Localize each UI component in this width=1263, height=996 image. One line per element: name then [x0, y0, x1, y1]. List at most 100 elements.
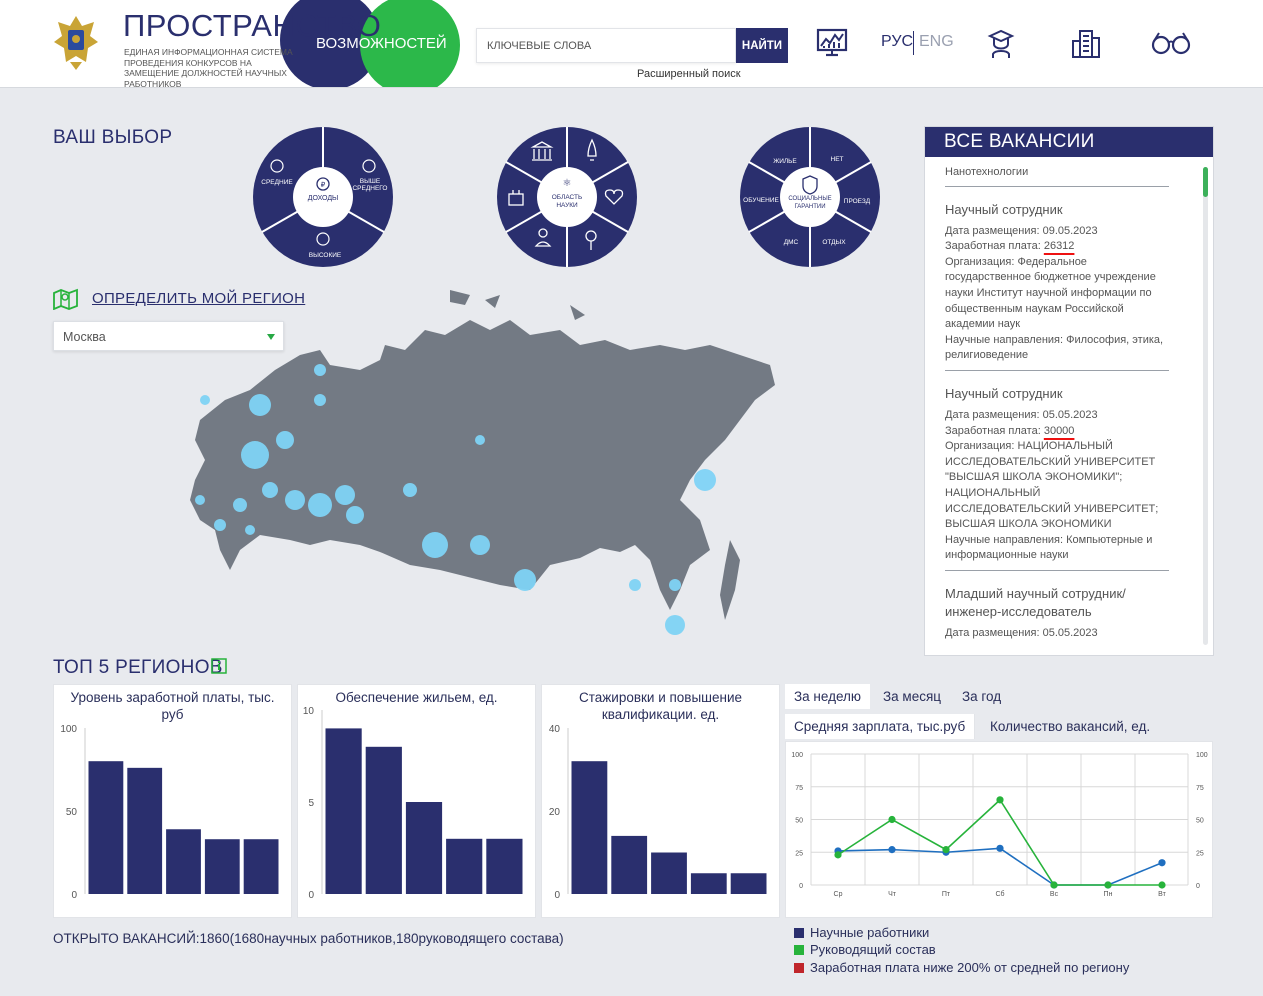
y-tick-label: 0 — [554, 890, 560, 901]
y-tick-label-right: 100 — [1196, 752, 1208, 759]
y-tick-label: 40 — [549, 724, 561, 735]
income-above-label-1: ВЫШЕ — [360, 178, 381, 185]
search-button[interactable]: НАЙТИ — [736, 28, 788, 63]
social-none-label: НЕТ — [831, 156, 844, 163]
vacancy-date: Дата размещения: 05.05.2023 — [945, 626, 1098, 639]
bar[interactable] — [690, 873, 727, 894]
bar[interactable] — [243, 839, 279, 894]
data-point[interactable] — [834, 851, 842, 859]
data-point[interactable] — [996, 796, 1004, 804]
bar[interactable] — [611, 835, 648, 894]
list-item[interactable]: Нанотехнологии — [945, 157, 1169, 187]
y-tick-label: 100 — [60, 724, 77, 735]
bar[interactable] — [204, 839, 240, 894]
data-point[interactable] — [942, 846, 950, 854]
region-select-value: Москва — [63, 330, 106, 344]
y-tick-label-right: 25 — [1196, 850, 1204, 857]
bar[interactable] — [365, 746, 402, 894]
bar[interactable] — [88, 761, 124, 894]
search-box — [476, 28, 736, 63]
tab-month[interactable]: За месяц — [874, 684, 950, 709]
bar[interactable] — [166, 829, 201, 894]
list-item[interactable]: Научный сотрудник Дата размещения: 05.05… — [945, 371, 1169, 571]
choice-title: ВАШ ВЫБОР — [53, 127, 173, 148]
tab-vacancy-count[interactable]: Количество вакансий, ед. — [981, 714, 1160, 739]
graduate-icon[interactable] — [987, 28, 1015, 60]
housing-bar-chart: 10 5 0 — [303, 706, 523, 901]
data-point[interactable] — [888, 815, 896, 824]
vacancy-title[interactable]: Научный сотрудник — [945, 385, 1169, 403]
y-tick-label-right: 0 — [1196, 883, 1200, 890]
vacancy-salary: Заработная плата: 30000 — [945, 424, 1075, 437]
vacancy-title[interactable]: Младший научный сотрудник/ инженер-иссле… — [945, 585, 1169, 621]
x-tick-label: Пн — [1104, 891, 1113, 898]
bar[interactable] — [325, 728, 362, 894]
salary-value: 26312 — [1043, 240, 1075, 253]
list-item[interactable]: Научный сотрудник Дата размещения: 09.05… — [945, 187, 1169, 371]
data-point[interactable] — [1158, 881, 1166, 889]
bar[interactable] — [127, 767, 163, 894]
data-point[interactable] — [1158, 859, 1166, 867]
vacancies-title: ВСЕ ВАКАНСИИ — [925, 127, 1213, 157]
svg-text:₽: ₽ — [321, 181, 326, 189]
bar[interactable] — [405, 802, 443, 894]
lang-ru[interactable]: РУС — [881, 33, 913, 51]
weekly-line-chart: 100 100 75 75 50 50 25 25 0 0 Ср Чт Пт Сб Вс Пн Вт — [791, 752, 1208, 898]
social-wheel[interactable]: СОЦИАЛЬНЫЕ ГАРАНТИИ ЖИЛЬЕ НЕТ ПРОЕЗД ОТД… — [739, 126, 881, 268]
buildings-icon[interactable] — [1071, 28, 1101, 60]
advanced-search-link[interactable]: Расширенный поиск — [637, 68, 741, 80]
scrollbar-thumb[interactable] — [1203, 167, 1208, 197]
chart-card-line: 100 100 75 75 50 50 25 25 0 0 Ср Чт Пт Сб Вс Пн Вт — [785, 741, 1213, 918]
legend-label: Заработная плата ниже 200% от средней по… — [810, 960, 1130, 975]
y-tick-label: 50 — [795, 818, 803, 825]
glasses-icon[interactable] — [1151, 30, 1191, 56]
tab-week[interactable]: За неделю — [785, 684, 871, 709]
analytics-monitor-icon[interactable] — [816, 26, 848, 60]
y-tick-label: 0 — [308, 890, 314, 901]
vacancy-org: Организация: НАЦИОНАЛЬНЫЙ ИССЛЕДОВАТЕЛЬС… — [945, 440, 1159, 531]
legend-label: Научные работники — [810, 925, 930, 940]
x-tick-label: Пт — [942, 891, 951, 898]
legend-swatch — [794, 962, 804, 973]
income-avg-label: СРЕДНИЕ — [261, 179, 293, 186]
income-wheel[interactable]: ₽ ДОХОДЫ СРЕДНИЕ ВЫШЕ СРЕДНЕГО ВЫСОКИЕ — [252, 126, 394, 268]
lang-en[interactable]: ENG — [919, 33, 954, 51]
vacancy-title[interactable]: Научный сотрудник — [945, 201, 1169, 219]
data-point[interactable] — [888, 846, 896, 854]
vacancies-panel: ВСЕ ВАКАНСИИ Нанотехнологии Научный сотр… — [924, 126, 1214, 656]
data-point[interactable] — [996, 844, 1004, 852]
bar[interactable] — [486, 838, 523, 894]
vacancies-scrollbar[interactable] — [1203, 167, 1208, 645]
income-above-label-2: СРЕДНЕГО — [352, 185, 387, 192]
y-tick-label: 75 — [795, 785, 803, 792]
map-icon[interactable] — [53, 288, 79, 310]
legend-item: Руководящий состав — [794, 942, 936, 957]
vacancy-fields: Научные направления: Компьютерные и инфо… — [945, 533, 1153, 562]
tab-avg-salary[interactable]: Средняя зарплата, тыс.руб — [785, 714, 976, 739]
top5-title: ТОП 5 РЕГИОНОВ — [53, 657, 223, 678]
russia-map[interactable] — [180, 290, 780, 640]
data-point[interactable] — [1050, 881, 1058, 889]
list-item[interactable]: Младший научный сотрудник/ инженер-иссле… — [945, 571, 1169, 642]
bar[interactable] — [730, 873, 767, 894]
bar[interactable] — [651, 852, 687, 895]
income-high-label: ВЫСОКИЕ — [309, 252, 342, 259]
y-tick-label: 0 — [799, 883, 803, 890]
open-vacancies-count: ОТКРЫТО ВАКАНСИЙ:1860(1680научных работн… — [53, 931, 564, 946]
coat-of-arms-logo[interactable] — [52, 12, 100, 72]
series-line — [837, 798, 1162, 886]
info-icon[interactable] — [211, 658, 227, 674]
social-housing-label: ЖИЛЬЕ — [773, 158, 797, 165]
y-tick-label: 5 — [308, 798, 314, 809]
lang-separator — [913, 31, 914, 55]
data-point[interactable] — [1104, 881, 1112, 889]
bar[interactable] — [446, 838, 483, 894]
tab-year[interactable]: За год — [953, 684, 1011, 709]
search-input[interactable] — [477, 29, 735, 62]
social-travel-label: ПРОЕЗД — [844, 198, 871, 205]
vacancies-list[interactable]: Нанотехнологии Научный сотрудник Дата ра… — [945, 157, 1169, 653]
social-study-label: ОБУЧЕНИЕ — [743, 197, 779, 204]
bar[interactable] — [571, 761, 608, 894]
science-wheel[interactable]: ⚛ ОБЛАСТЬ НАУКИ — [496, 126, 638, 268]
x-tick-label: Сб — [995, 890, 1004, 898]
